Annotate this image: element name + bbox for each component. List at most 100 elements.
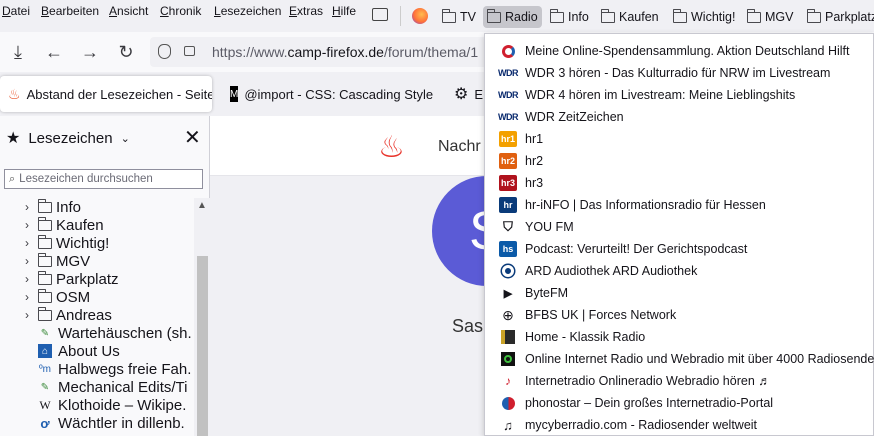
bookmarks-sidebar: ★ Lesezeichen ⌄ ✕ ⌕ ›Info ›Kaufen ›Wicht…: [0, 116, 210, 436]
menu-item-label: hr1: [525, 132, 544, 146]
menu-datei[interactable]: Datei: [2, 4, 30, 18]
download-icon[interactable]: ⤓: [6, 40, 30, 64]
menu-item-label: hr-iNFO | Das Informationsradio für Hess…: [525, 198, 766, 212]
hrinfo-icon: hr: [499, 197, 517, 213]
menu-chronik[interactable]: Chronik: [160, 4, 201, 18]
tree-folder-parkplatz[interactable]: › Parkplatz: [0, 270, 194, 288]
tab-settings[interactable]: ⚙ E: [446, 76, 486, 112]
chevron-right-icon[interactable]: ›: [20, 236, 34, 250]
gear-icon: ⚙: [454, 86, 469, 103]
menu-item[interactable]: Meine Online-Spendensammlung. Aktion Deu…: [485, 40, 874, 62]
folder-icon: [549, 8, 564, 23]
menu-and-bookmarks-bar: Datei Bearbeiten Ansicht Chronik Lesezei…: [0, 0, 874, 32]
reload-button[interactable]: ↻: [114, 40, 138, 64]
menu-item[interactable]: ♪ Internetradio Onlineradio Webradio höre…: [485, 370, 874, 392]
bookmark-folder-parkplatz[interactable]: Parkplatz: [803, 6, 874, 28]
menu-item[interactable]: hr3 hr3: [485, 172, 874, 194]
folder-icon: [441, 8, 456, 23]
radio-bookmarks-menu: Meine Online-Spendensammlung. Aktion Deu…: [484, 33, 874, 436]
close-sidebar-icon[interactable]: ✕: [184, 128, 201, 148]
tree-folder-wichtig[interactable]: › Wichtig!: [0, 234, 194, 252]
tree-bookmark[interactable]: ơ Wächtler in dillenb.: [0, 414, 194, 432]
hr3-icon: hr3: [499, 175, 517, 191]
menu-item[interactable]: WDR WDR 4 hören im Livestream: Meine Lieb…: [485, 84, 874, 106]
tree-bookmark[interactable]: W Klothoide – Wikipe.: [0, 396, 194, 414]
sidebar-header[interactable]: ★ Lesezeichen ⌄: [6, 128, 130, 148]
bookmark-folder-radio[interactable]: Radio: [483, 6, 542, 28]
bookmark-folder-kaufen[interactable]: Kaufen: [597, 6, 663, 28]
menu-item[interactable]: hr1 hr1: [485, 128, 874, 150]
hr-icon: hr1: [499, 131, 517, 147]
menu-item[interactable]: ⊕ BFBS UK | Forces Network: [485, 304, 874, 326]
menu-item[interactable]: ⛉ YOU FM: [485, 216, 874, 238]
menu-item[interactable]: hr hr-iNFO | Das Informationsradio für He…: [485, 194, 874, 216]
menu-item-label: WDR ZeitZeichen: [525, 110, 624, 124]
tree-bookmark[interactable]: ✎ Mechanical Edits/Ti: [0, 378, 194, 396]
tree-bookmark[interactable]: ✎ Wartehäuschen (sh.: [0, 324, 194, 342]
forward-button[interactable]: →: [78, 40, 102, 64]
menu-bearbeiten[interactable]: Bearbeiten: [41, 4, 99, 18]
menu-item[interactable]: hr2 hr2: [485, 150, 874, 172]
shield-icon[interactable]: [158, 44, 171, 59]
menu-item-label: WDR 4 hören im Livestream: Meine Lieblin…: [525, 88, 796, 102]
tree-folder-kaufen[interactable]: › Kaufen: [0, 216, 194, 234]
wdr-icon: WDR: [498, 112, 519, 122]
bookmark-search-input[interactable]: [19, 173, 190, 185]
tree-folder-osm[interactable]: › OSM: [0, 288, 194, 306]
menu-item[interactable]: ▶ ByteFM: [485, 282, 874, 304]
scrollbar-thumb[interactable]: [197, 256, 208, 436]
sidebar-toggle-icon[interactable]: [372, 8, 388, 21]
chevron-right-icon[interactable]: ›: [20, 290, 34, 304]
menu-item-label: Home - Klassik Radio: [525, 330, 646, 344]
chevron-right-icon[interactable]: ›: [20, 308, 34, 322]
folder-icon: [37, 306, 52, 321]
menu-item[interactable]: ♫ mycyberradio.com - Radiosender weltweit: [485, 414, 874, 436]
youfm-icon: ⛉: [503, 219, 513, 234]
tree-folder-mgv[interactable]: › MGV: [0, 252, 194, 270]
tree-folder-andreas[interactable]: › Andreas: [0, 306, 194, 324]
menu-extras[interactable]: Extras: [289, 4, 323, 18]
back-button[interactable]: ←: [42, 40, 66, 64]
menu-item-label: Meine Online-Spendensammlung. Aktion Deu…: [525, 44, 850, 58]
chevron-right-icon[interactable]: ›: [20, 218, 34, 232]
menu-item[interactable]: phonostar – Dein großes Internetradio-Po…: [485, 392, 874, 414]
music-note-icon: ♫: [503, 417, 513, 433]
menu-item[interactable]: Home - Klassik Radio: [485, 326, 874, 348]
bookmark-folder-tv[interactable]: TV: [438, 6, 480, 28]
page-nav-link[interactable]: Nachr: [438, 138, 481, 156]
menu-item[interactable]: WDR WDR ZeitZeichen: [485, 106, 874, 128]
firefox-icon[interactable]: [412, 8, 428, 24]
menu-item[interactable]: Online Internet Radio und Webradio mit ü…: [485, 348, 874, 370]
wdr-icon: WDR: [498, 68, 519, 78]
bookmark-folder-mgv[interactable]: MGV: [743, 6, 797, 28]
folder-icon: [746, 8, 761, 23]
user-name[interactable]: Sas: [452, 316, 483, 337]
chevron-right-icon[interactable]: ›: [20, 272, 34, 286]
chevron-right-icon[interactable]: ›: [20, 254, 34, 268]
url-text[interactable]: https://www.camp-firefox.de/forum/thema/…: [212, 44, 478, 60]
chevron-right-icon[interactable]: ›: [20, 200, 34, 214]
tab-abstand-lesezeichen[interactable]: ♨ Abstand der Lesezeichen - Seite ✕: [0, 76, 212, 112]
tree-bookmark[interactable]: ⌂ About Us: [0, 342, 194, 360]
scroll-up-icon[interactable]: ▲: [197, 200, 207, 211]
menu-item[interactable]: hs Podcast: Verurteilt! Der Gerichtspodca…: [485, 238, 874, 260]
bookmark-folder-info[interactable]: Info: [546, 6, 593, 28]
chevron-down-icon: ⌄: [120, 132, 130, 145]
tab-import-css[interactable]: M @import - CSS: Cascading Style ✕: [222, 76, 436, 112]
wdr-icon: WDR: [498, 90, 519, 100]
flame-logo-icon[interactable]: ♨: [378, 130, 405, 165]
menu-lesezeichen[interactable]: Lesezeichen: [214, 4, 281, 18]
menu-item[interactable]: WDR WDR 3 hören - Das Kulturradio für NRW…: [485, 62, 874, 84]
menu-item-label: YOU FM: [525, 220, 574, 234]
menu-ansicht[interactable]: Ansicht: [109, 4, 148, 18]
bookmark-search[interactable]: ⌕: [4, 169, 203, 189]
lock-icon[interactable]: [184, 46, 195, 56]
tree-folder-info[interactable]: › Info: [0, 198, 194, 216]
bookmark-folder-wichtig[interactable]: Wichtig!: [669, 6, 739, 28]
tree-bookmark[interactable]: ºm Halbwegs freie Fah.: [0, 360, 194, 378]
sidebar-scrollbar[interactable]: ▲: [194, 198, 210, 436]
play-icon: ▶: [503, 287, 513, 300]
url-bar[interactable]: https://www.camp-firefox.de/forum/thema/…: [150, 37, 490, 67]
menu-item[interactable]: ARD Audiothek ARD Audiothek: [485, 260, 874, 282]
menu-hilfe[interactable]: Hilfe: [332, 4, 356, 18]
